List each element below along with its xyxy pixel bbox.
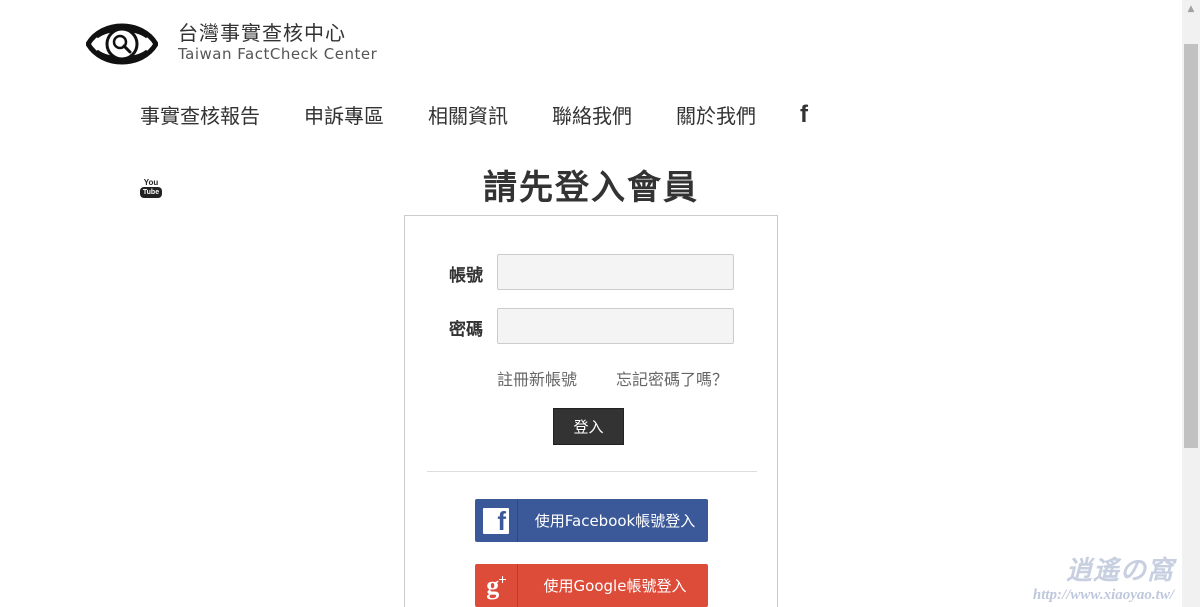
password-label: 密碼 xyxy=(449,320,483,340)
scrollbar[interactable]: ▲ xyxy=(1182,0,1200,607)
account-label: 帳號 xyxy=(449,266,483,286)
login-form: 帳號 密碼 註冊新帳號 忘記密碼了嗎？ 登入 f 使用Facebook帳號登入 … xyxy=(404,215,778,607)
scroll-up-arrow-icon[interactable]: ▲ xyxy=(1182,0,1200,18)
divider xyxy=(427,471,757,472)
nav-item-factcheck-reports[interactable]: 事實查核報告 xyxy=(140,100,260,129)
account-input[interactable] xyxy=(497,254,734,290)
facebook-logo-icon: f xyxy=(475,499,518,542)
facebook-icon[interactable]: f xyxy=(800,101,808,129)
brand-name[interactable]: 台灣事實查核中心 xyxy=(178,17,346,46)
watermark-title: 逍遙の窩 xyxy=(1065,556,1174,586)
forgot-password-link[interactable]: 忘記密碼了嗎？ xyxy=(616,366,728,390)
scrollbar-thumb[interactable] xyxy=(1184,44,1198,448)
page-title: 請先登入會員 xyxy=(483,168,699,208)
page: 台灣事實查核中心 Taiwan FactCheck Center 事實查核報告 … xyxy=(0,0,1200,607)
nav-item-contact-us[interactable]: 聯絡我們 xyxy=(552,100,632,129)
facebook-login-label: 使用Facebook帳號登入 xyxy=(534,512,696,530)
google-login-label: 使用Google帳號登入 xyxy=(543,577,687,595)
brand-name-english[interactable]: Taiwan FactCheck Center xyxy=(178,45,377,63)
watermark: 逍遙の窩 http://www.xiaoyao.tw/ xyxy=(998,548,1178,606)
login-button[interactable]: 登入 xyxy=(553,408,624,445)
logo-icon[interactable] xyxy=(86,14,158,72)
password-input[interactable] xyxy=(497,308,734,344)
register-link[interactable]: 註冊新帳號 xyxy=(497,366,577,390)
nav-item-about-us[interactable]: 關於我們 xyxy=(676,100,756,129)
watermark-url: http://www.xiaoyao.tw/ xyxy=(1032,587,1174,603)
google-plus-icon: g+ xyxy=(475,564,518,607)
nav-item-complaints[interactable]: 申訴專區 xyxy=(304,100,384,129)
nav-item-related-info[interactable]: 相關資訊 xyxy=(428,100,508,129)
main-nav: 事實查核報告 申訴專區 相關資訊 聯絡我們 關於我們 f xyxy=(140,100,808,129)
facebook-login-button[interactable]: f 使用Facebook帳號登入 xyxy=(475,499,708,542)
google-login-button[interactable]: g+ 使用Google帳號登入 xyxy=(475,564,708,607)
